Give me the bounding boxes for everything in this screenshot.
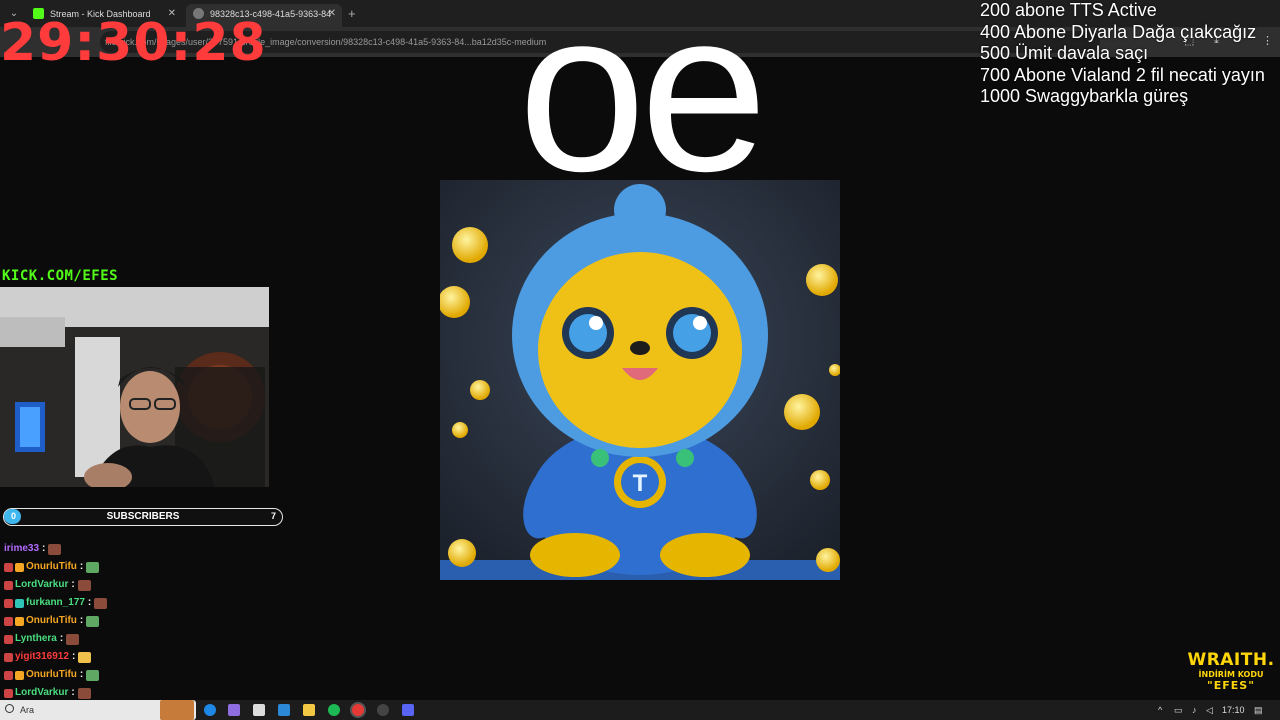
emote-icon: [48, 543, 62, 555]
chat-separator: :: [42, 543, 46, 554]
emote-icon: [86, 615, 100, 627]
user-badge-icon: [15, 598, 24, 608]
chat-list: irime33: OnurluTifu: LordVarkur: furkann_17…: [4, 540, 274, 702]
outlook-icon[interactable]: [278, 704, 290, 716]
discord-icon[interactable]: [402, 704, 414, 716]
user-badge-icon: [15, 670, 24, 680]
chat-username[interactable]: yigit316912: [15, 649, 69, 665]
overlay-big-text: oe: [518, 0, 768, 219]
chat-message: OnurluTifu:: [4, 612, 274, 630]
chat-username[interactable]: OnurluTifu: [26, 613, 77, 629]
emote-icon: [77, 687, 91, 699]
chevron-up-icon[interactable]: ^: [1158, 703, 1162, 717]
user-badge-icon: [4, 670, 13, 680]
close-icon[interactable]: ✕: [328, 4, 336, 24]
chat-separator: :: [71, 687, 75, 698]
sponsor-logo: WRAITH. İNDİRİM KODU "EFES": [1186, 650, 1276, 692]
search-icon: [5, 704, 14, 713]
webcam-feed: [0, 287, 269, 487]
subscriber-label: SUBSCRIBERS: [106, 511, 180, 522]
copilot-icon[interactable]: [228, 704, 240, 716]
chat-message: furkann_177:: [4, 594, 274, 612]
chat-username[interactable]: OnurluTifu: [26, 559, 77, 575]
microphone-icon[interactable]: ♪: [1192, 703, 1197, 717]
chat-separator: :: [79, 615, 84, 626]
user-badge-icon: [4, 688, 13, 698]
channel-url: KICK.COM/EFES: [2, 268, 119, 284]
chat-message: OnurluTifu:: [4, 666, 274, 684]
chat-username[interactable]: furkann_177: [26, 595, 85, 611]
mascot-illustration: T: [440, 180, 840, 580]
goal-item: 200 abone TTS Active: [980, 0, 1157, 20]
chat-message: Lynthera:: [4, 630, 274, 648]
user-badge-icon: [4, 634, 13, 644]
chat-username[interactable]: OnurluTifu: [26, 667, 77, 683]
goal-item: 500 Ümit davala saçı: [980, 43, 1149, 63]
obs-icon[interactable]: [377, 704, 389, 716]
svg-text:T: T: [633, 470, 648, 497]
stream-timer: 29:30:28: [0, 13, 267, 73]
user-badge-icon: [4, 580, 13, 590]
webcam-image: [0, 287, 269, 487]
chat-username[interactable]: Lynthera: [15, 631, 57, 647]
user-badge-icon: [4, 652, 13, 662]
user-badge-icon: [15, 562, 24, 572]
chat-separator: :: [79, 669, 84, 680]
chat-separator: :: [71, 579, 75, 590]
subscriber-goals-list: 200 abone TTS Active 400 Abone Diyarla D…: [980, 0, 1280, 108]
search-highlight-image: [160, 700, 194, 720]
notification-icon[interactable]: ▤: [1254, 703, 1263, 717]
chat-message: irime33:: [4, 540, 274, 558]
brand-title: WRAITH.: [1187, 650, 1275, 670]
subscriber-goal: 7: [270, 511, 276, 521]
brand-code: "EFES": [1207, 679, 1255, 692]
chat-separator: :: [59, 633, 64, 644]
search-placeholder: Ara: [20, 705, 35, 715]
emote-icon: [77, 579, 91, 591]
chat-message: OnurluTifu:: [4, 558, 274, 576]
subscriber-goal-bar: 0 SUBSCRIBERS 7: [3, 508, 283, 526]
profile-image: T: [440, 180, 840, 580]
chat-username[interactable]: LordVarkur: [15, 685, 68, 701]
chat-username[interactable]: irime33: [4, 541, 39, 557]
store-icon[interactable]: [253, 704, 265, 716]
goal-item: 700 Abone Vialand 2 fil necati yayın: [980, 64, 1265, 85]
chrome-icon[interactable]: [352, 704, 364, 716]
user-badge-icon: [15, 616, 24, 626]
user-badge-icon: [4, 562, 13, 572]
goal-item: 1000 Swaggybarkla güreş: [980, 86, 1189, 106]
display-icon[interactable]: ▭: [1174, 703, 1183, 717]
chat-username[interactable]: LordVarkur: [15, 577, 68, 593]
user-badge-icon: [4, 598, 13, 608]
emote-icon: [86, 561, 100, 573]
chat-separator: :: [87, 597, 92, 608]
chat-separator: :: [71, 651, 76, 662]
emote-icon: [86, 669, 100, 681]
emote-icon: [78, 651, 92, 663]
user-badge-icon: [4, 616, 13, 626]
chat-message: yigit316912:: [4, 648, 274, 666]
edge-icon[interactable]: [204, 704, 216, 716]
goal-item: 400 Abone Diyarla Dağa çıakcağız: [980, 21, 1257, 42]
file-explorer-icon[interactable]: [303, 704, 315, 716]
emote-icon: [94, 597, 108, 609]
taskbar-clock[interactable]: 17:10: [1222, 703, 1245, 717]
volume-icon[interactable]: ◁: [1206, 703, 1213, 717]
spotify-icon[interactable]: [328, 704, 340, 716]
chat-separator: :: [79, 561, 84, 572]
windows-taskbar: Ara ^ ▭ ♪ ◁ 17:10 ▤: [0, 700, 1280, 720]
new-tab-button[interactable]: +: [348, 6, 356, 21]
chat-message: LordVarkur:: [4, 576, 274, 594]
emote-icon: [66, 633, 80, 645]
